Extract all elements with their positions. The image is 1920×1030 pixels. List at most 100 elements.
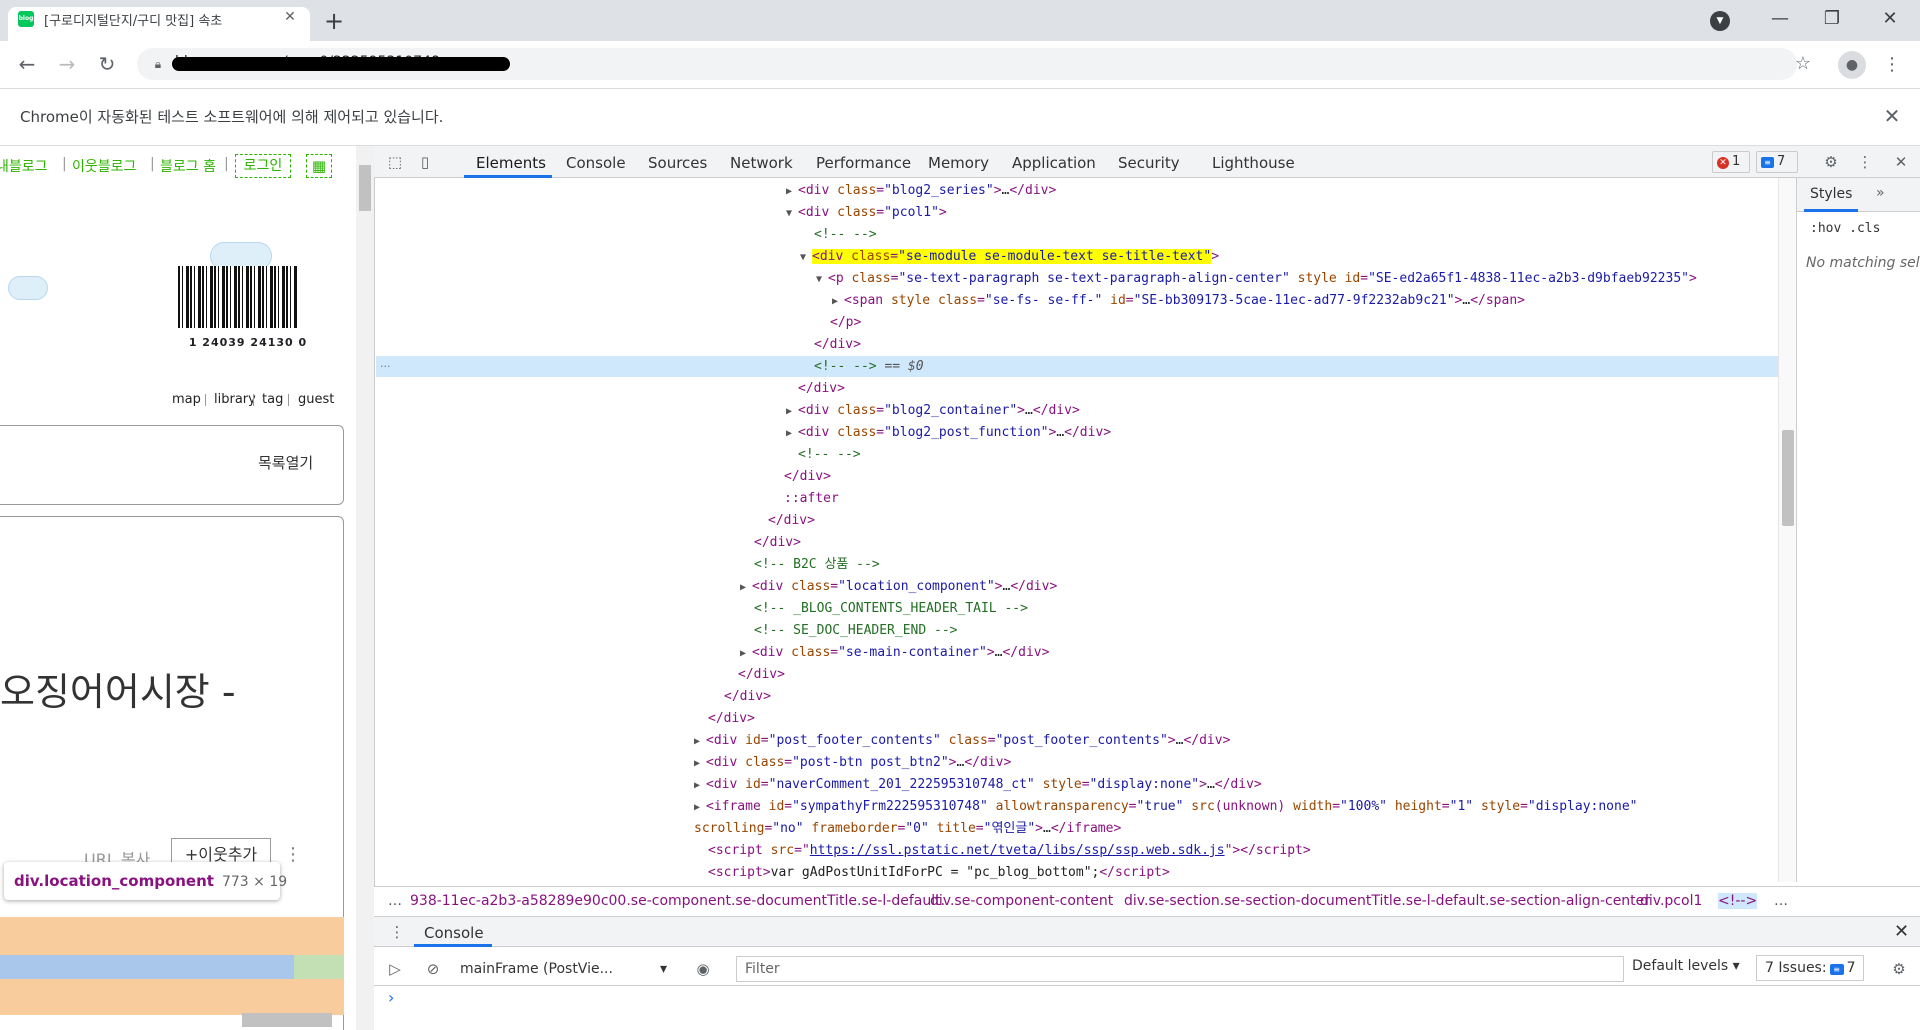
tab-security[interactable]: Security	[1118, 154, 1180, 172]
devtools-close-icon[interactable]: ✕	[1890, 151, 1912, 173]
log-levels-select[interactable]: Default levels ▾	[1632, 958, 1740, 974]
blog-home-link[interactable]: 블로그 홈	[160, 156, 216, 176]
tab-performance[interactable]: Performance	[816, 154, 911, 172]
lock-icon[interactable]: 🔒︎	[150, 55, 166, 73]
devtools-menu-icon[interactable]: ⋮	[1854, 151, 1876, 173]
page-scrollbar[interactable]	[356, 146, 374, 1030]
tab-styles[interactable]: Styles	[1810, 186, 1852, 202]
neighbor-blog-link[interactable]: 이웃블로그	[72, 156, 136, 176]
tab-application[interactable]: Application	[1012, 154, 1096, 172]
dom-node[interactable]: <script>var gAdPostUnitIdForPC = "pc_blo…	[376, 862, 1776, 882]
settings-gear-icon[interactable]: ⚙	[1820, 151, 1842, 173]
inspect-element-icon[interactable]: ⬚	[384, 151, 406, 173]
menu-link-guest[interactable]: guest	[298, 392, 334, 407]
profile-avatar-icon[interactable]: ●	[1838, 51, 1866, 79]
breadcrumb-item[interactable]: 938-11ec-a2b3-a58289e90c00.se-component.…	[410, 893, 945, 909]
clear-console-icon[interactable]: ⊘	[422, 958, 444, 980]
dom-node[interactable]: ▼ <div class="se-module se-module-text se…	[376, 246, 1776, 267]
dom-node[interactable]: </div>	[376, 510, 1776, 531]
dom-node[interactable]: </div>	[376, 664, 1776, 685]
dom-node[interactable]: ▶ <div class="blog2_post_function">…</div…	[376, 422, 1776, 443]
tab-console-drawer[interactable]: Console	[424, 924, 484, 942]
page-scrollbar-thumb[interactable]	[359, 165, 371, 211]
tab-sources[interactable]: Sources	[648, 154, 707, 172]
menu-link-map[interactable]: map	[172, 392, 201, 407]
live-expression-eye-icon[interactable]: ◉	[692, 958, 714, 980]
console-filter-input[interactable]: Filter	[736, 956, 1624, 982]
dom-node[interactable]: <!-- -->	[376, 444, 1776, 465]
tab-memory[interactable]: Memory	[928, 154, 989, 172]
new-tab-button[interactable]: +	[320, 8, 348, 36]
device-toolbar-icon[interactable]: ▯	[414, 151, 436, 173]
dom-node[interactable]: ▶ <div id="naverComment_201_222595310748_…	[376, 774, 1776, 795]
dom-node[interactable]: <script src="https://ssl.pstatic.net/tve…	[376, 840, 1776, 861]
dom-scrollbar-thumb[interactable]	[1782, 430, 1794, 526]
dom-node[interactable]: <!-- -->	[376, 224, 1776, 245]
drawer-close-icon[interactable]: ✕	[1894, 921, 1909, 942]
breadcrumb-item[interactable]: div.pcol1	[1640, 893, 1702, 909]
forward-arrow-icon[interactable]: →	[53, 50, 81, 78]
tab-search-icon[interactable]: ▼	[1710, 11, 1730, 31]
tab-lighthouse[interactable]: Lighthouse	[1212, 154, 1295, 172]
dom-node-selected[interactable]: <!-- --> == $0	[376, 356, 1776, 377]
dom-node[interactable]: </div>	[376, 378, 1776, 399]
dom-node[interactable]: ▶ <div class="se-main-container">…</div>	[376, 642, 1776, 663]
dom-scrollbar[interactable]	[1778, 178, 1796, 882]
infobar-close-icon[interactable]: ✕	[1880, 104, 1904, 128]
console-prompt-icon[interactable]: ›	[388, 988, 394, 1007]
drawer-menu-icon[interactable]: ⋮	[386, 921, 408, 943]
dom-node[interactable]: ▶ <div class="post-btn post_btn2">…</div>	[376, 752, 1776, 773]
kebab-menu-icon[interactable]: ⋮	[1882, 51, 1902, 79]
message-count-badge[interactable]: ≡ 7	[1756, 151, 1798, 173]
dom-node[interactable]: ▶ <span style class="se-fs- se-ff-" id="S…	[376, 290, 1776, 311]
login-button[interactable]: 로그인	[235, 154, 291, 178]
dom-node[interactable]: </div>	[376, 708, 1776, 729]
page-horizontal-scrollbar-thumb[interactable]	[242, 1013, 332, 1027]
bookmark-star-icon[interactable]: ☆	[1790, 51, 1816, 77]
back-arrow-icon[interactable]: ←	[13, 50, 41, 78]
menu-link-tag[interactable]: tag	[262, 392, 283, 407]
dom-node[interactable]: <!-- SE_DOC_HEADER_END -->	[376, 620, 1776, 641]
chevron-double-right-icon[interactable]: »	[1876, 185, 1885, 201]
dom-node[interactable]: </p>	[376, 312, 1776, 333]
breadcrumb-item-selected[interactable]: <!-->	[1718, 893, 1758, 909]
breadcrumb-item[interactable]: div.se-section.se-section-documentTitle.…	[1124, 893, 1650, 909]
dom-tree[interactable]: ▶ <div class="blog2_series">…</div> ▼ <div…	[376, 178, 1778, 882]
dom-node[interactable]: ▼ <p class="se-text-paragraph se-text-par…	[376, 268, 1776, 289]
dom-node[interactable]: ▶ <div class="location_component">…</div>	[376, 576, 1776, 597]
dom-node[interactable]: </div>	[376, 686, 1776, 707]
dom-node[interactable]: ▶ <div class="blog2_series">…</div>	[376, 180, 1776, 201]
sidebar-toggle-icon[interactable]: ▷	[384, 958, 406, 980]
close-icon[interactable]: ✕	[280, 7, 300, 27]
tab-console[interactable]: Console	[566, 154, 626, 172]
console-settings-gear-icon[interactable]: ⚙	[1888, 958, 1910, 980]
context-select[interactable]: mainFrame (PostVie... ▾	[460, 957, 676, 981]
tab-elements[interactable]: Elements	[476, 154, 546, 172]
dom-node[interactable]: <!-- B2C 상품 -->	[376, 554, 1776, 575]
breadcrumb-overflow-icon[interactable]: …	[1774, 893, 1788, 909]
dom-node[interactable]: ▼ <div class="pcol1">	[376, 202, 1776, 223]
dom-node[interactable]: ▶ <iframe id="sympathyFrm222595310748" al…	[376, 796, 1776, 817]
dom-node[interactable]: </div>	[376, 334, 1776, 355]
styles-filter-toggles[interactable]: :hov .cls	[1810, 221, 1880, 236]
dom-node[interactable]: <!-- _BLOG_CONTENTS_HEADER_TAIL -->	[376, 598, 1776, 619]
window-close-button[interactable]: ✕	[1870, 4, 1910, 34]
dom-node[interactable]: ▶ <div class="blog2_container">…</div>	[376, 400, 1776, 421]
menu-link-library[interactable]: library	[214, 392, 256, 407]
reload-icon[interactable]: ↻	[93, 50, 121, 78]
maximize-button[interactable]: ❐	[1812, 4, 1852, 34]
dom-node[interactable]: ::after	[376, 488, 1776, 509]
minimize-button[interactable]: —	[1760, 4, 1800, 34]
tab-network[interactable]: Network	[730, 154, 793, 172]
apps-grid-icon[interactable]: ▦	[306, 154, 332, 178]
dom-node[interactable]: ▶ <div id="post_footer_contents" class="p…	[376, 730, 1776, 751]
dom-node[interactable]: </div>	[376, 532, 1776, 553]
my-blog-link[interactable]: 내블로그	[0, 156, 48, 176]
list-open-button[interactable]: 목록열기	[258, 452, 313, 473]
dom-node[interactable]: </div>	[376, 466, 1776, 487]
breadcrumb-item[interactable]: div.se-component-content	[930, 893, 1113, 909]
dom-node[interactable]: scrolling="no" frameborder="0" title="엮인…	[376, 818, 1776, 839]
issues-button[interactable]: 7 Issues: ≡ 7	[1756, 955, 1864, 981]
breadcrumb-overflow-icon[interactable]: …	[388, 893, 402, 909]
error-count-badge[interactable]: ✕ 1	[1712, 151, 1750, 173]
